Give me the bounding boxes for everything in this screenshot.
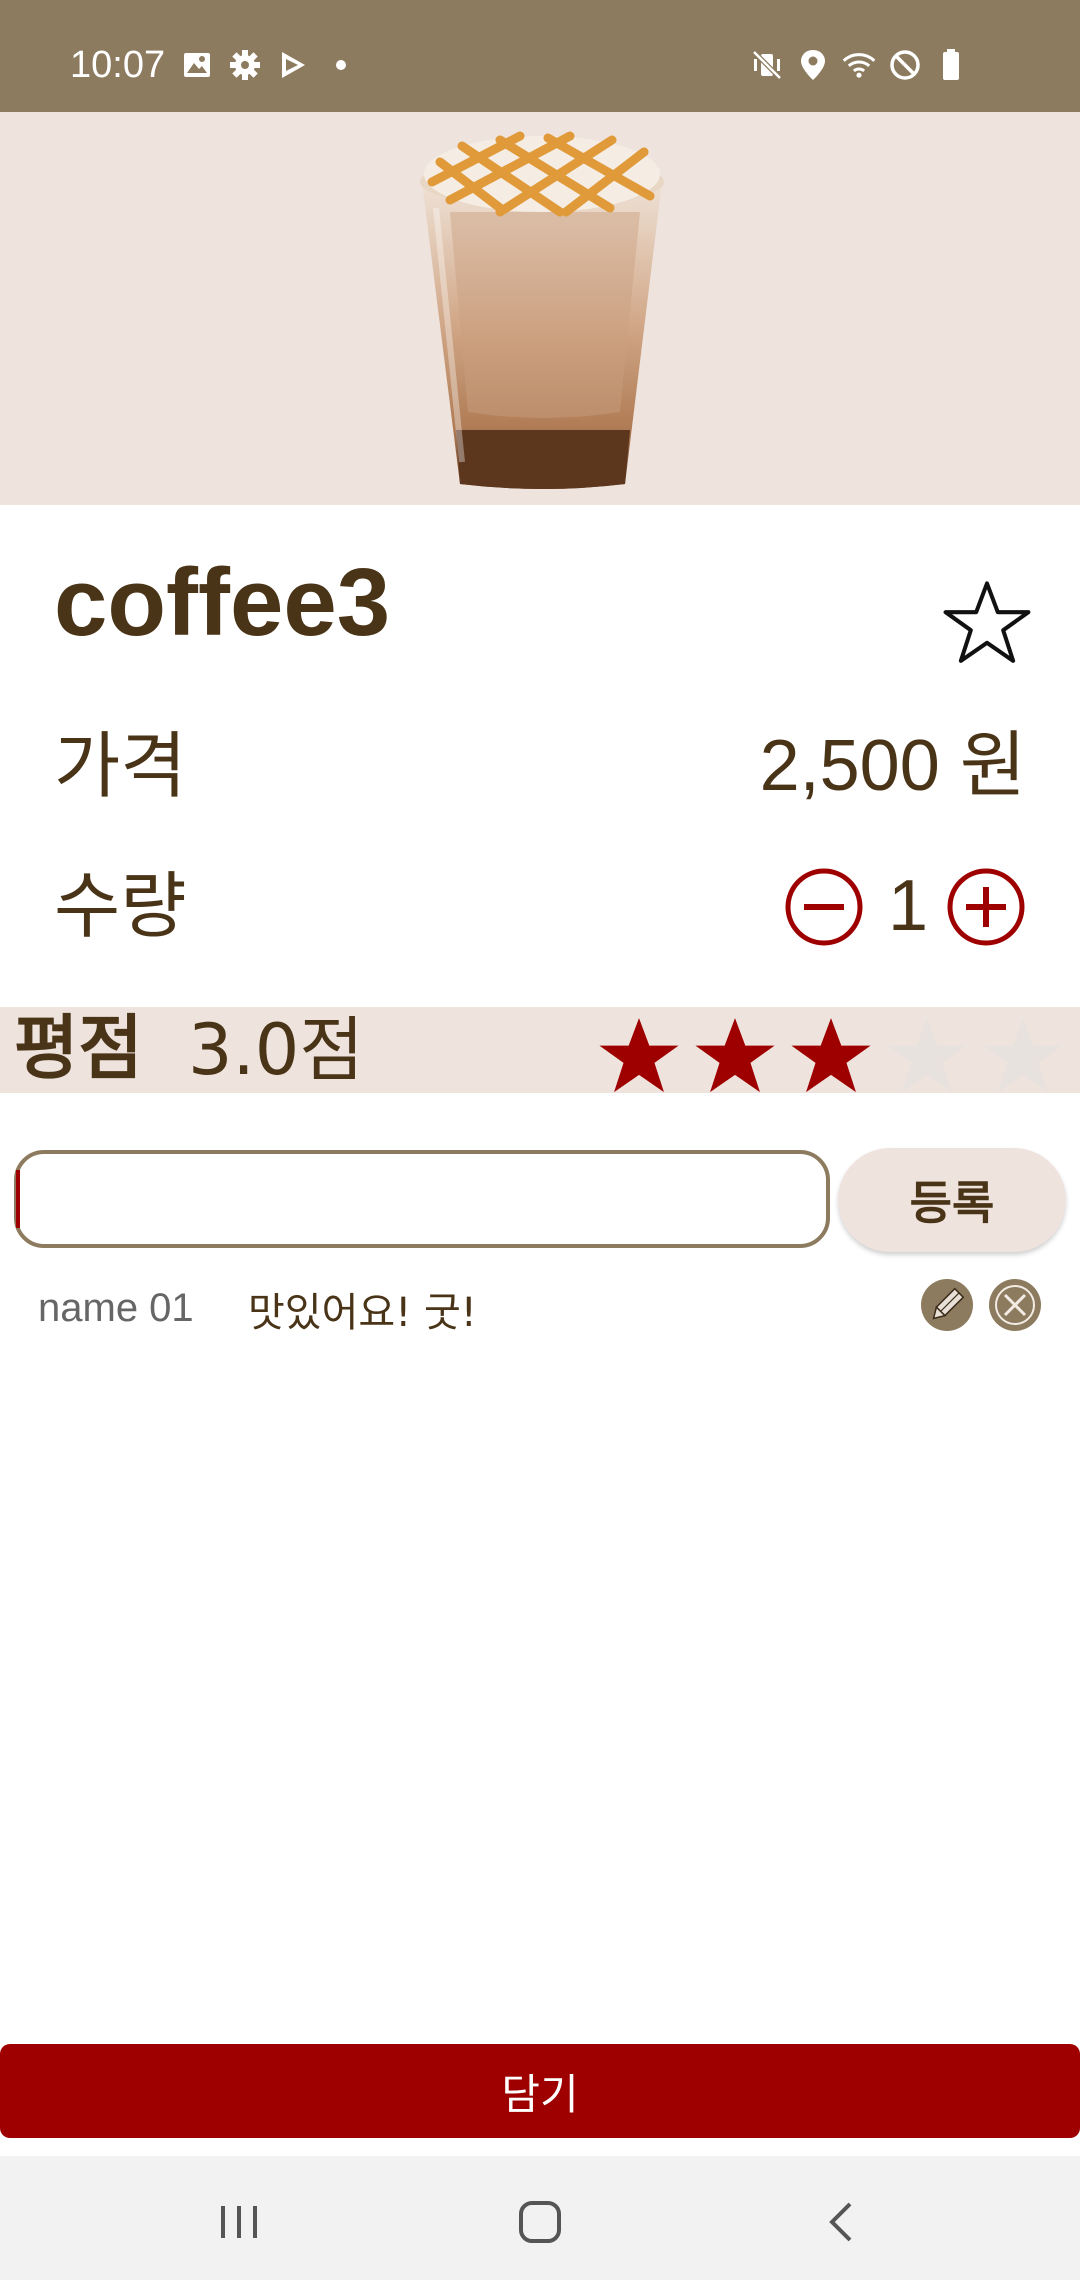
product-image [0,112,1080,505]
comment-list-item: name 01 맛있어요! 굿! [0,1270,1080,1340]
register-comment-button[interactable]: 등록 [838,1148,1066,1252]
back-icon[interactable] [812,2192,872,2252]
rating-star-icon[interactable] [884,1013,970,1099]
rating-bar: 평점 3.0점 [0,1007,1080,1093]
edit-comment-button[interactable] [920,1278,974,1332]
decrease-quantity-button[interactable] [784,867,864,947]
system-nav-bar [0,2156,1080,2280]
home-icon[interactable] [510,2192,570,2252]
plus-circle-icon [947,868,1025,946]
text-cursor [16,1170,20,1228]
do-not-disturb-icon [888,48,922,82]
play-store-icon [276,48,310,82]
rating-star-icon[interactable] [596,1013,682,1099]
favorite-star-icon[interactable] [942,578,1032,668]
add-to-cart-button[interactable]: 담기 [0,2044,1080,2138]
wifi-icon [842,48,876,82]
price-value: 2,500 원 [759,726,1026,806]
rating-label: 평점 [14,1007,143,1089]
location-icon [796,48,830,82]
increase-quantity-button[interactable] [946,867,1026,947]
rating-stars[interactable] [596,1013,1066,1099]
product-name: coffee3 [54,549,391,656]
comment-input[interactable] [14,1150,830,1248]
comment-author: name 01 [38,1286,194,1330]
pencil-icon [921,1279,973,1331]
price-label: 가격 [54,724,187,808]
battery-icon [934,48,968,82]
status-bar: 10:07 [0,0,1080,112]
rating-score: 3.0점 [188,1009,364,1091]
dot-icon [324,48,358,82]
comment-text: 맛있어요! 굿! [248,1290,477,1336]
quantity-value: 1 [888,866,929,946]
rating-star-icon[interactable] [980,1013,1066,1099]
iced-caramel-coffee-illustration [420,131,664,489]
delete-comment-button[interactable] [988,1278,1042,1332]
minus-circle-icon [785,868,863,946]
status-time: 10:07 [70,44,166,86]
close-icon [989,1279,1041,1331]
image-icon [180,48,214,82]
mute-vibrate-icon [750,48,784,82]
quantity-label: 수량 [54,864,187,948]
recent-apps-icon[interactable] [209,2192,269,2252]
rating-star-icon[interactable] [788,1013,874,1099]
rating-star-icon[interactable] [692,1013,778,1099]
gear-icon [228,48,262,82]
